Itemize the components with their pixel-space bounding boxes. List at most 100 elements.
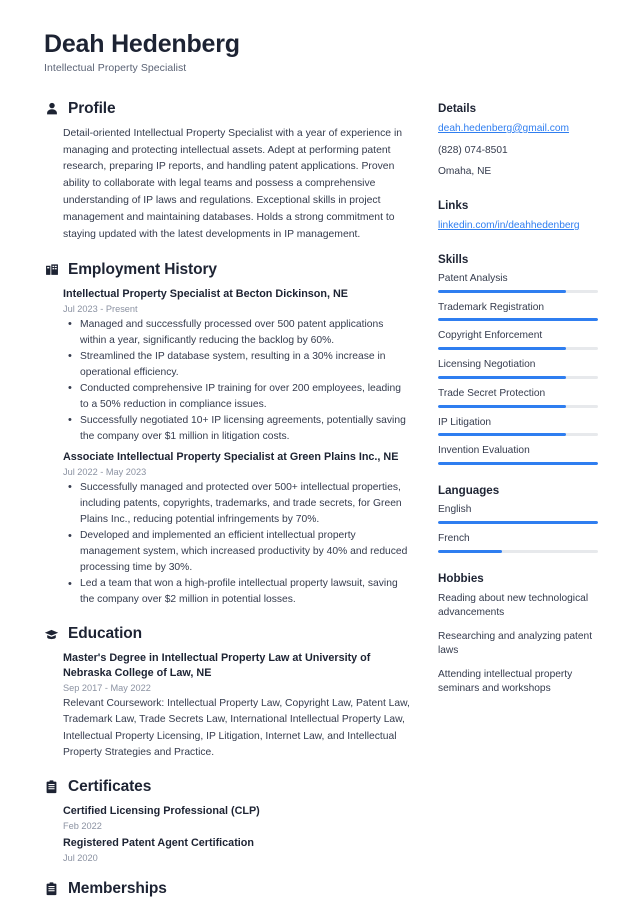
employment-entry: Intellectual Property Specialist at Bect…	[63, 287, 412, 445]
section-employment-header: Employment History	[44, 261, 412, 279]
skill-bar-track	[438, 404, 598, 408]
section-certificates-title: Certificates	[68, 778, 152, 796]
section-memberships: Memberships	[44, 880, 412, 898]
list-item: Successfully managed and protected over …	[63, 479, 412, 528]
section-education-body: Master's Degree in Intellectual Property…	[44, 651, 412, 761]
language-row: French	[438, 533, 598, 553]
list-item: Conducted comprehensive IP training for …	[63, 380, 412, 413]
sidebar-links-title: Links	[438, 199, 469, 213]
skill-label: IP Litigation	[438, 416, 492, 428]
education-entry-date: Sep 2017 - May 2022	[63, 683, 151, 694]
clipboard-icon	[44, 882, 59, 897]
briefcase-icon	[44, 262, 59, 277]
section-profile: Profile Detail-oriented Intellectual Pro…	[44, 100, 412, 244]
skill-row: Trade Secret Protection	[438, 388, 598, 408]
candidate-name: Deah Hedenberg	[44, 30, 240, 58]
language-bar-track	[438, 549, 598, 553]
linkedin-link[interactable]: linkedin.com/in/deahhedenberg	[438, 219, 598, 234]
section-education-title: Education	[68, 625, 143, 643]
sidebar-hobbies: Hobbies Reading about new technological …	[438, 572, 598, 697]
certificate-entry-title: Certified Licensing Professional (CLP)	[63, 805, 260, 818]
section-certificates: Certificates Certified Licensing Profess…	[44, 778, 412, 863]
skill-bar-track	[438, 433, 598, 437]
employment-entry-bullets: Managed and successfully processed over …	[63, 316, 412, 446]
sidebar-details: Details deah.hedenberg@gmail.com (828) 0…	[438, 102, 598, 180]
sidebar-hobbies-title: Hobbies	[438, 571, 484, 585]
list-item: Developed and implemented an efficient i…	[63, 528, 412, 576]
language-row: English	[438, 504, 598, 524]
main-column: Profile Detail-oriented Intellectual Pro…	[44, 100, 412, 905]
section-education-header: Education	[44, 625, 412, 643]
skill-row: Invention Evaluation	[438, 445, 598, 466]
certificate-entry-date: Feb 2022	[63, 821, 102, 832]
employment-entry-title: Intellectual Property Specialist at Bect…	[63, 287, 348, 300]
language-label: English	[438, 504, 472, 516]
email-link[interactable]: deah.hedenberg@gmail.com	[438, 122, 598, 137]
skill-label: Copyright Enforcement	[438, 330, 543, 342]
skill-label: Licensing Negotiation	[438, 359, 536, 371]
sidebar-column: Details deah.hedenberg@gmail.com (828) 0…	[438, 100, 598, 716]
skill-bar-fill	[438, 433, 566, 437]
sidebar-links: Links linkedin.com/in/deahhedenberg	[438, 199, 598, 234]
resume-body: Profile Detail-oriented Intellectual Pro…	[44, 100, 598, 905]
candidate-job-title: Intellectual Property Specialist	[44, 61, 187, 74]
skill-bar-fill	[438, 347, 566, 351]
employment-entry-title: Associate Intellectual Property Speciali…	[63, 451, 399, 464]
section-certificates-body: Certified Licensing Professional (CLP) F…	[44, 804, 412, 863]
employment-entry: Associate Intellectual Property Speciali…	[63, 450, 412, 608]
skill-bar-fill	[438, 318, 598, 322]
hobby-item: Reading about new technological advancem…	[438, 592, 589, 619]
skill-bar-track	[438, 289, 598, 293]
skill-bar-track	[438, 318, 598, 322]
section-profile-title: Profile	[68, 99, 116, 117]
skill-row: Trademark Registration	[438, 302, 598, 322]
clipboard-icon	[44, 780, 59, 795]
phone-number: (828) 074-8501	[438, 144, 508, 156]
hobby-item: Attending intellectual property seminars…	[438, 668, 573, 695]
education-entry-description: Relevant Coursework: Intellectual Proper…	[63, 698, 410, 759]
skill-row: IP Litigation	[438, 417, 598, 437]
skill-bar-fill	[438, 404, 566, 408]
skill-bar-track	[438, 375, 598, 379]
certificate-entry: Certified Licensing Professional (CLP) F…	[63, 804, 412, 831]
education-entry: Master's Degree in Intellectual Property…	[63, 651, 412, 761]
certificate-entry-title: Registered Patent Agent Certification	[63, 837, 254, 850]
resume-page: Deah Hedenberg Intellectual Property Spe…	[0, 0, 640, 905]
certificate-entry-date: Jul 2020	[63, 853, 98, 864]
skill-label: Trademark Registration	[438, 301, 545, 313]
location: Omaha, NE	[438, 166, 492, 178]
resume-header: Deah Hedenberg Intellectual Property Spe…	[44, 30, 596, 74]
list-item: Streamlined the IP database system, resu…	[63, 348, 412, 381]
skill-label: Invention Evaluation	[438, 445, 530, 457]
employment-entry-bullets: Successfully managed and protected over …	[63, 479, 412, 609]
section-profile-header: Profile	[44, 100, 412, 118]
person-icon	[44, 101, 59, 116]
sidebar-languages-title: Languages	[438, 484, 500, 498]
section-profile-body: Detail-oriented Intellectual Property Sp…	[44, 126, 412, 244]
list-item: Led a team that won a high-profile intel…	[63, 576, 412, 608]
section-employment-title: Employment History	[68, 260, 217, 278]
certificate-entry: Registered Patent Agent Certification Ju…	[63, 836, 412, 863]
language-bar-track	[438, 520, 598, 524]
skill-row: Patent Analysis	[438, 273, 598, 293]
section-certificates-header: Certificates	[44, 778, 412, 796]
employment-entry-date: Jul 2022 - May 2023	[63, 466, 147, 477]
skill-bar-track	[438, 462, 598, 466]
list-item: Successfully negotiated 10+ IP licensing…	[63, 412, 412, 445]
sidebar-languages: Languages English French	[438, 484, 598, 553]
hobby-item: Researching and analyzing patent laws	[438, 630, 593, 657]
language-bar-fill	[438, 549, 502, 553]
skill-row: Copyright Enforcement	[438, 330, 598, 351]
skill-bar-track	[438, 347, 598, 351]
sidebar-details-title: Details	[438, 101, 477, 115]
section-memberships-header: Memberships	[44, 880, 412, 898]
section-employment: Employment History Intellectual Property…	[44, 261, 412, 609]
language-bar-fill	[438, 520, 598, 524]
sidebar-skills-title: Skills	[438, 252, 469, 266]
skill-bar-fill	[438, 462, 598, 466]
skill-row: Licensing Negotiation	[438, 359, 598, 379]
skill-label: Patent Analysis	[438, 272, 508, 284]
section-education: Education Master's Degree in Intellectua…	[44, 625, 412, 761]
section-memberships-title: Memberships	[68, 880, 167, 898]
sidebar-skills: Skills Patent Analysis Trademark Registr…	[438, 252, 598, 466]
